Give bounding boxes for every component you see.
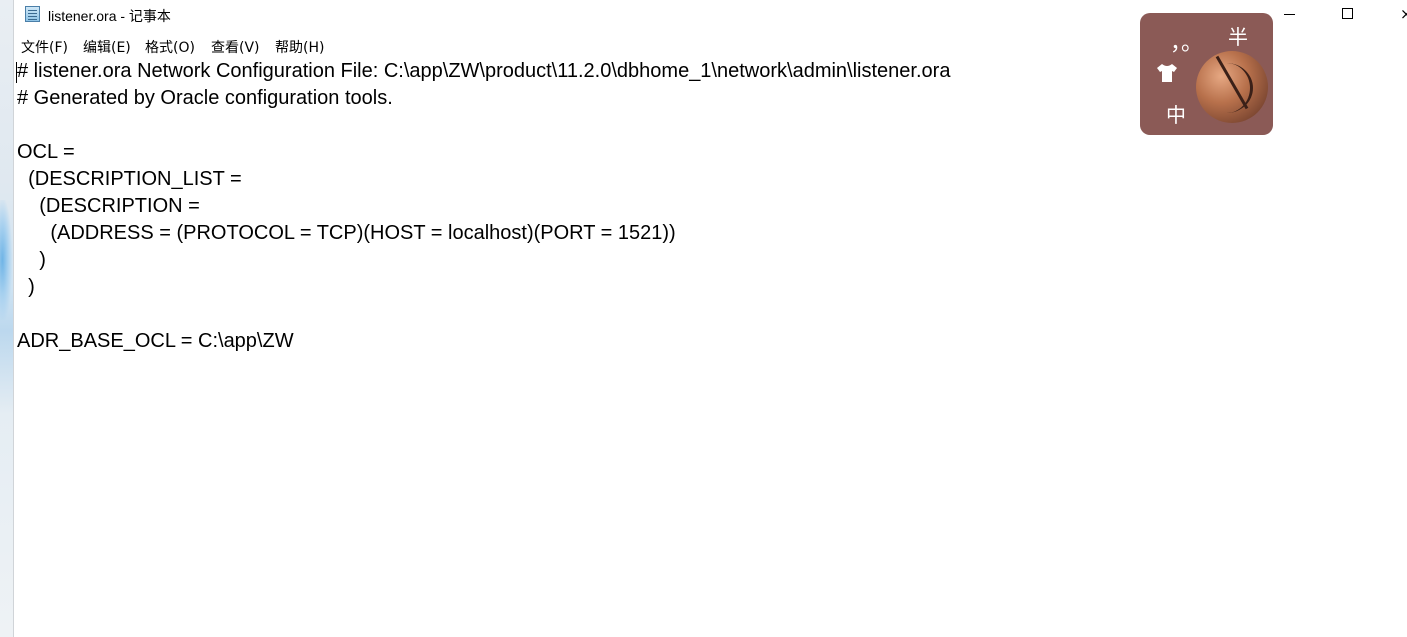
- window-title: listener.ora - 记事本: [48, 8, 171, 24]
- close-button[interactable]: ×: [1384, 0, 1407, 30]
- editor-line: (DESCRIPTION =: [17, 195, 200, 217]
- close-icon: ×: [1400, 5, 1407, 23]
- editor-line: ADR_BASE_OCL = C:\app\ZW: [17, 330, 294, 352]
- desktop-background-strip: [0, 0, 14, 637]
- menu-edit[interactable]: 编辑(E): [83, 37, 131, 57]
- menu-view[interactable]: 查看(V): [211, 37, 260, 57]
- editor-line: (DESCRIPTION_LIST =: [17, 168, 242, 190]
- ime-status-widget[interactable]: ，。 半 中: [1140, 13, 1273, 135]
- ime-halfwidth-toggle[interactable]: 半: [1228, 21, 1248, 50]
- menu-file[interactable]: 文件(F): [21, 37, 68, 57]
- editor-line: # Generated by Oracle configuration tool…: [17, 87, 393, 109]
- notepad-icon: [25, 6, 40, 22]
- ime-punctuation-toggle[interactable]: ，。: [1170, 25, 1203, 57]
- basketball-icon: [1196, 51, 1268, 123]
- notepad-window: listener.ora - 记事本 × 文件(F) 编辑(E) 格式(O) 查…: [0, 0, 1407, 637]
- editor-line: ): [17, 249, 46, 271]
- menu-format[interactable]: 格式(O): [145, 37, 195, 57]
- editor-line: ): [17, 276, 35, 298]
- menu-help[interactable]: 帮助(H): [275, 37, 324, 57]
- editor-line: # listener.ora Network Configuration Fil…: [17, 60, 951, 82]
- ime-language-toggle[interactable]: 中: [1166, 99, 1186, 128]
- text-editor-area[interactable]: # listener.ora Network Configuration Fil…: [14, 58, 1407, 637]
- minimize-icon: [1284, 14, 1295, 15]
- editor-line: OCL =: [17, 141, 75, 163]
- maximize-button[interactable]: [1324, 0, 1370, 30]
- maximize-icon: [1342, 8, 1353, 19]
- desktop-wallpaper-fragment: [0, 200, 12, 320]
- skin-shirt-icon[interactable]: [1156, 63, 1178, 83]
- editor-line: (ADDRESS = (PROTOCOL = TCP)(HOST = local…: [17, 222, 676, 244]
